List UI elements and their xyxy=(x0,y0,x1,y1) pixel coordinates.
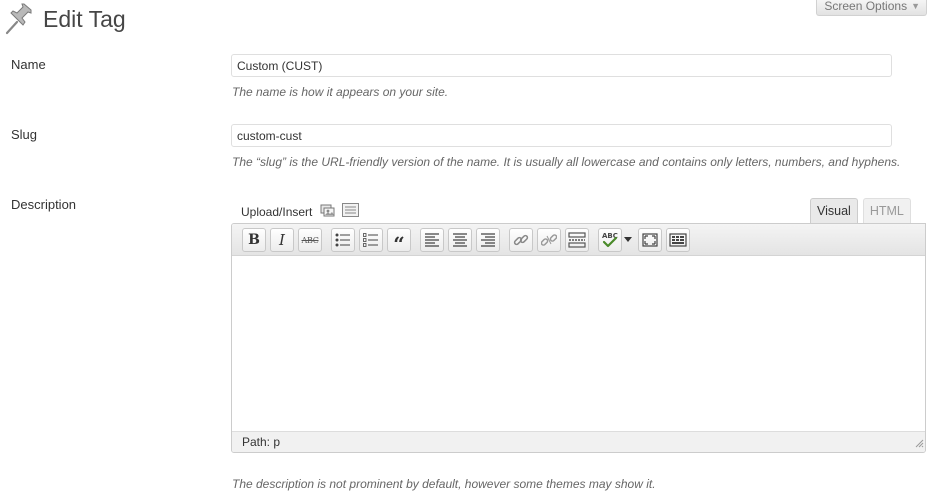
path-value[interactable]: p xyxy=(273,435,280,449)
media-buttons: Upload/Insert xyxy=(241,202,360,221)
kitchen-sink-icon xyxy=(669,233,687,247)
bold-icon: B xyxy=(248,232,260,248)
editor-status-bar: Path: p xyxy=(232,431,925,452)
description-help-text: The description is not prominent by defa… xyxy=(232,477,656,491)
spellcheck-button[interactable]: ABC xyxy=(598,228,622,252)
unlink-button[interactable] xyxy=(537,228,561,252)
blockquote-button[interactable]: “ xyxy=(387,228,411,256)
name-label: Name xyxy=(11,57,46,72)
kitchen-sink-button[interactable] xyxy=(666,228,690,252)
tab-visual[interactable]: Visual xyxy=(810,198,858,224)
screen-options-label: Screen Options xyxy=(824,0,908,13)
editor-content-area[interactable] xyxy=(232,256,925,431)
strikethrough-button[interactable]: ABC xyxy=(298,228,322,252)
align-center-icon xyxy=(453,233,467,247)
insert-link-button[interactable] xyxy=(509,228,533,252)
resize-handle-icon[interactable] xyxy=(914,436,924,451)
slug-input[interactable] xyxy=(231,124,892,147)
upload-image-icon[interactable] xyxy=(320,202,336,221)
link-icon xyxy=(513,234,529,246)
fullscreen-icon xyxy=(642,233,658,247)
align-left-button[interactable] xyxy=(420,228,444,252)
name-input[interactable] xyxy=(231,54,892,77)
bold-button[interactable]: B xyxy=(242,228,266,252)
media-library-icon[interactable] xyxy=(342,203,360,220)
slug-help-text: The “slug” is the URL-friendly version o… xyxy=(232,155,901,169)
spellcheck-language-dropdown[interactable] xyxy=(623,228,633,252)
spellcheck-icon: ABC xyxy=(602,232,618,248)
more-tag-icon xyxy=(568,232,586,248)
bullet-list-button[interactable] xyxy=(331,228,355,252)
page-header: Edit Tag xyxy=(4,3,126,35)
upload-insert-label: Upload/Insert xyxy=(241,204,313,219)
align-right-button[interactable] xyxy=(476,228,500,252)
editor-toolbar: B I ABC “ ABC xyxy=(232,224,925,256)
strikethrough-icon: ABC xyxy=(301,235,319,245)
chevron-down-icon: ▼ xyxy=(911,1,920,11)
slug-label: Slug xyxy=(11,127,38,142)
align-left-icon xyxy=(425,233,439,247)
editor-tabs: Visual HTML xyxy=(810,198,911,224)
name-help-text: The name is how it appears on your site. xyxy=(232,85,449,99)
page-title: Edit Tag xyxy=(43,6,126,32)
description-editor: B I ABC “ ABC Path: p xyxy=(231,223,926,453)
unlink-icon xyxy=(541,234,557,246)
pushpin-icon xyxy=(4,3,34,35)
bullet-list-icon xyxy=(335,233,350,247)
align-right-icon xyxy=(481,233,495,247)
tab-html[interactable]: HTML xyxy=(862,198,911,224)
align-center-button[interactable] xyxy=(448,228,472,252)
path-label: Path: xyxy=(242,435,271,449)
description-label: Description xyxy=(11,197,77,212)
insert-more-tag-button[interactable] xyxy=(565,228,589,252)
italic-button[interactable]: I xyxy=(270,228,294,252)
blockquote-icon: “ xyxy=(393,231,405,256)
screen-options-button[interactable]: Screen Options ▼ xyxy=(816,0,927,16)
italic-icon: I xyxy=(279,231,285,249)
numbered-list-icon xyxy=(363,233,378,247)
chevron-down-icon xyxy=(624,237,632,242)
fullscreen-button[interactable] xyxy=(638,228,662,252)
numbered-list-button[interactable] xyxy=(359,228,383,252)
